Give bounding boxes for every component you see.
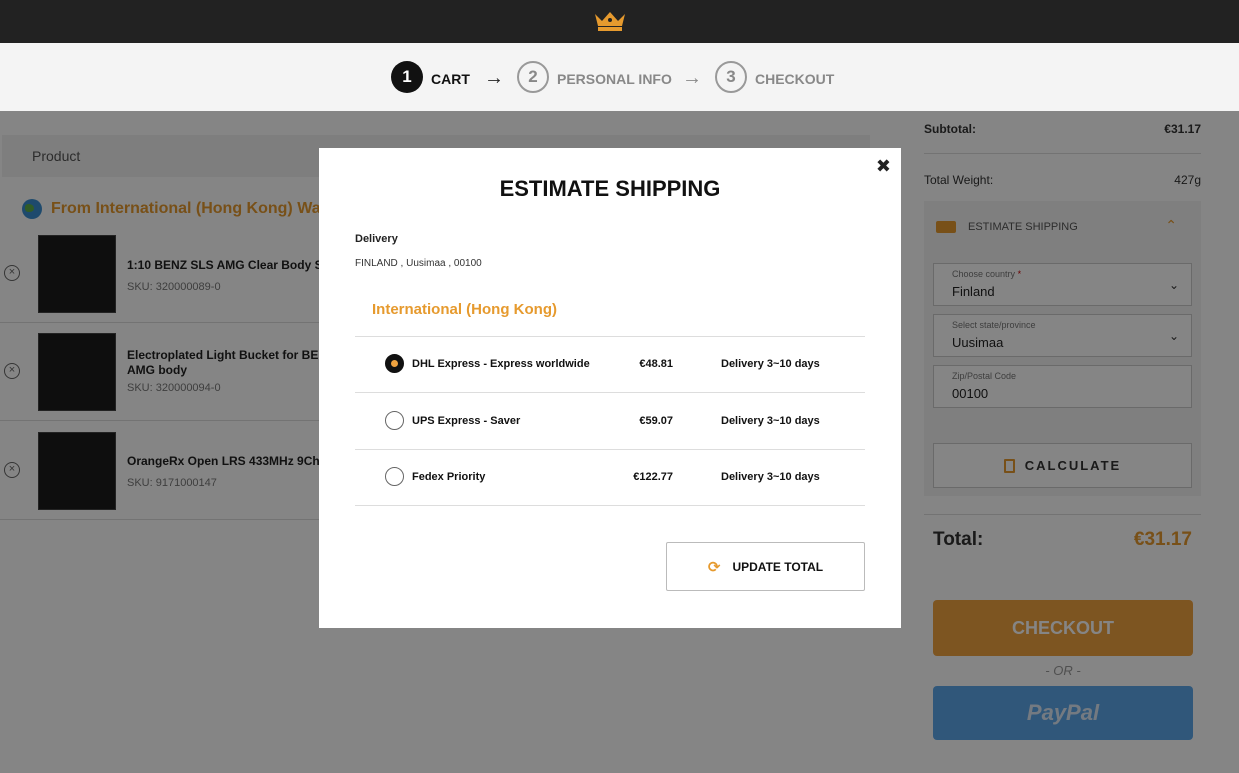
shipping-method-name: DHL Express - Express worldwide bbox=[412, 358, 590, 370]
shipping-price: €59.07 bbox=[639, 415, 673, 427]
shipping-price: €122.77 bbox=[633, 471, 673, 483]
shipping-option[interactable]: Fedex Priority €122.77 Delivery 3~10 day… bbox=[355, 449, 865, 505]
close-icon[interactable]: ✖ bbox=[876, 156, 891, 177]
arrow-right-icon: → bbox=[682, 67, 702, 89]
checkout-steps: 1 CART → 2 PERSONAL INFO → 3 CHECKOUT bbox=[0, 43, 1239, 111]
top-bar bbox=[0, 0, 1239, 43]
shipping-option[interactable]: DHL Express - Express worldwide €48.81 D… bbox=[355, 336, 865, 392]
delivery-time: Delivery 3~10 days bbox=[721, 471, 820, 483]
step-cart[interactable]: 1 CART bbox=[391, 61, 470, 93]
radio-unselected[interactable] bbox=[385, 467, 404, 486]
step-checkout[interactable]: 3 CHECKOUT bbox=[715, 61, 834, 93]
delivery-time: Delivery 3~10 days bbox=[721, 415, 820, 427]
refresh-icon: ⟳ bbox=[707, 558, 721, 576]
radio-unselected[interactable] bbox=[385, 411, 404, 430]
radio-selected[interactable] bbox=[385, 354, 404, 373]
shipping-price: €48.81 bbox=[639, 358, 673, 370]
update-total-button[interactable]: ⟳ UPDATE TOTAL bbox=[666, 542, 865, 591]
step-personal-info[interactable]: 2 PERSONAL INFO bbox=[517, 61, 672, 93]
delivery-label: Delivery bbox=[355, 233, 398, 245]
modal-title: ESTIMATE SHIPPING bbox=[499, 176, 721, 201]
crown-icon[interactable] bbox=[593, 10, 627, 32]
warehouse-name: International (Hong Kong) bbox=[372, 301, 557, 318]
shipping-method-name: Fedex Priority bbox=[412, 471, 486, 483]
step-number: 3 bbox=[715, 61, 747, 93]
divider bbox=[355, 505, 865, 506]
arrow-right-icon: → bbox=[484, 67, 504, 89]
shipping-option[interactable]: UPS Express - Saver €59.07 Delivery 3~10… bbox=[355, 393, 865, 449]
step-number: 2 bbox=[517, 61, 549, 93]
delivery-time: Delivery 3~10 days bbox=[721, 358, 820, 370]
estimate-shipping-modal: ✖ ESTIMATE SHIPPING Delivery FINLAND , U… bbox=[319, 148, 901, 628]
step-label: PERSONAL INFO bbox=[557, 71, 672, 87]
step-label: CART bbox=[431, 71, 470, 87]
update-total-label: UPDATE TOTAL bbox=[732, 559, 824, 574]
shipping-method-name: UPS Express - Saver bbox=[412, 415, 521, 427]
delivery-address: FINLAND , Uusimaa , 00100 bbox=[355, 258, 482, 269]
step-label: CHECKOUT bbox=[755, 71, 835, 87]
step-number: 1 bbox=[391, 61, 423, 93]
